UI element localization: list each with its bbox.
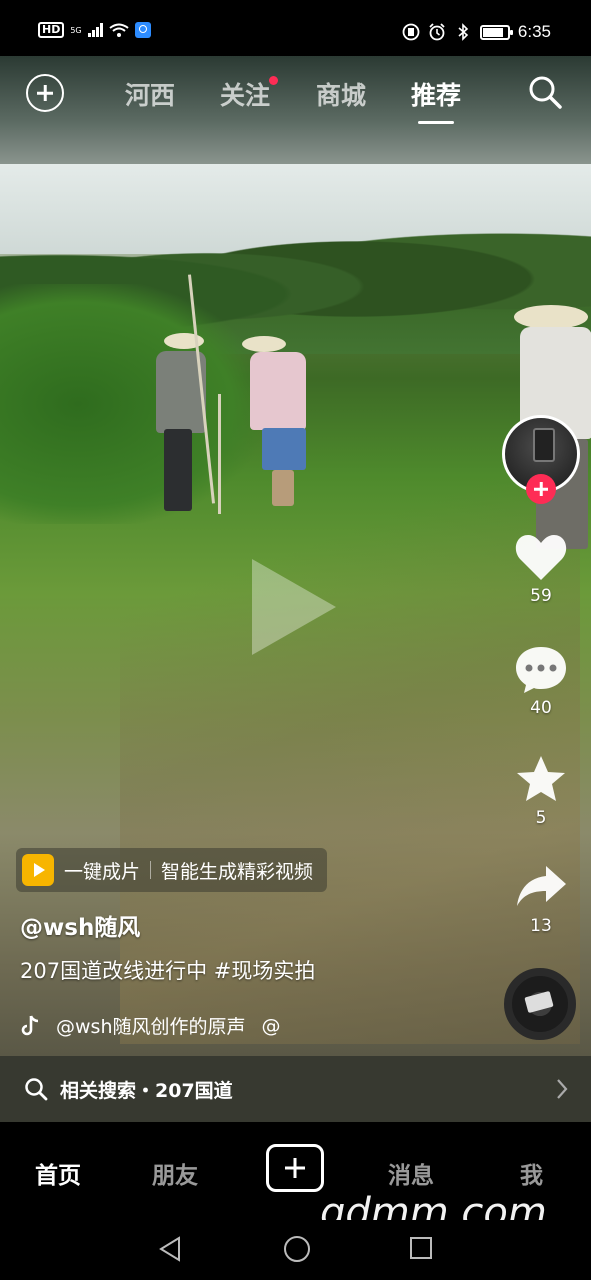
video-survey-pole [218, 394, 221, 514]
tab-hexi[interactable]: 河西 [125, 76, 175, 112]
tab-messages[interactable]: 消息 [388, 1156, 434, 1190]
search-icon [25, 1078, 48, 1101]
tab-label: 河西 [125, 81, 176, 110]
chevron-right-icon [557, 1079, 568, 1099]
follow-button[interactable] [526, 474, 556, 504]
share-button[interactable]: 13 [510, 862, 572, 936]
heart-icon [515, 535, 567, 580]
tab-label: 关注 [220, 81, 271, 110]
related-search-bar[interactable]: 相关搜索・207国道 [0, 1056, 591, 1122]
play-icon[interactable] [252, 559, 336, 655]
notification-dot [269, 76, 279, 85]
system-nav-bar [0, 1220, 591, 1280]
back-icon[interactable] [158, 1236, 182, 1262]
vibrate-icon [402, 23, 420, 41]
comment-icon [516, 647, 566, 693]
tab-friends[interactable]: 朋友 [152, 1156, 198, 1190]
search-icon[interactable] [527, 74, 563, 110]
template-title: 一键成片 [64, 860, 141, 883]
top-nav: 河西 关注 商城 推荐 [0, 56, 591, 164]
favorite-count: 5 [535, 808, 547, 828]
search-app-icon [134, 22, 151, 38]
comment-count: 40 [530, 698, 552, 718]
tab-label: 我 [520, 1163, 543, 1189]
template-chip[interactable]: 一键成片 智能生成精彩视频 [16, 848, 328, 892]
status-left: HD 5G [38, 22, 151, 38]
tab-label: 首页 [35, 1163, 81, 1189]
hd-badge: HD [38, 22, 65, 38]
tab-recommend[interactable]: 推荐 [411, 76, 462, 124]
template-subtitle: 智能生成精彩视频 [161, 860, 314, 883]
tab-mall[interactable]: 商城 [316, 76, 366, 112]
music-disc[interactable] [504, 968, 576, 1040]
plus-circle-icon[interactable] [26, 74, 64, 112]
video-caption[interactable]: 207国道改线进行中 #现场实拍 [20, 955, 315, 985]
home-icon[interactable] [284, 1236, 310, 1262]
tab-label: 推荐 [411, 81, 462, 110]
tab-home[interactable]: 首页 [35, 1156, 81, 1190]
tab-label: 商城 [316, 81, 367, 110]
like-button[interactable]: 59 [510, 532, 572, 606]
wifi-icon [109, 23, 129, 37]
status-bar: HD 5G 6:35 [0, 0, 591, 56]
recent-apps-icon[interactable] [410, 1237, 432, 1259]
tab-label: 消息 [388, 1163, 434, 1189]
music-row[interactable]: @wsh随风创作的原声 @ [20, 1012, 280, 1039]
music-title-tail: @ [261, 1014, 281, 1037]
chip-divider [150, 861, 152, 879]
favorite-button[interactable]: 5 [510, 754, 572, 828]
create-button[interactable] [266, 1144, 324, 1192]
active-tab-indicator [418, 121, 454, 124]
bluetooth-icon [458, 23, 469, 41]
star-icon [517, 756, 565, 801]
music-title: @wsh随风创作的原声 [56, 1016, 246, 1038]
battery-icon [479, 24, 513, 40]
tab-label: 朋友 [152, 1163, 198, 1189]
like-count: 59 [530, 586, 552, 606]
alarm-icon [429, 23, 445, 41]
author-name[interactable]: @wsh随风 [20, 908, 140, 942]
signal-icon [87, 23, 103, 37]
clock: 6:35 [517, 22, 551, 41]
tab-me[interactable]: 我 [520, 1156, 543, 1190]
tab-following[interactable]: 关注 [220, 76, 279, 112]
related-search-label: 相关搜索・207国道 [60, 1079, 233, 1102]
status-right: 6:35 [402, 22, 551, 42]
music-note-icon [21, 1014, 39, 1035]
share-icon [517, 866, 566, 906]
video-template-icon [22, 854, 54, 886]
comment-button[interactable]: 40 [510, 644, 572, 718]
share-count: 13 [530, 916, 552, 936]
network-label: 5G [70, 25, 82, 35]
